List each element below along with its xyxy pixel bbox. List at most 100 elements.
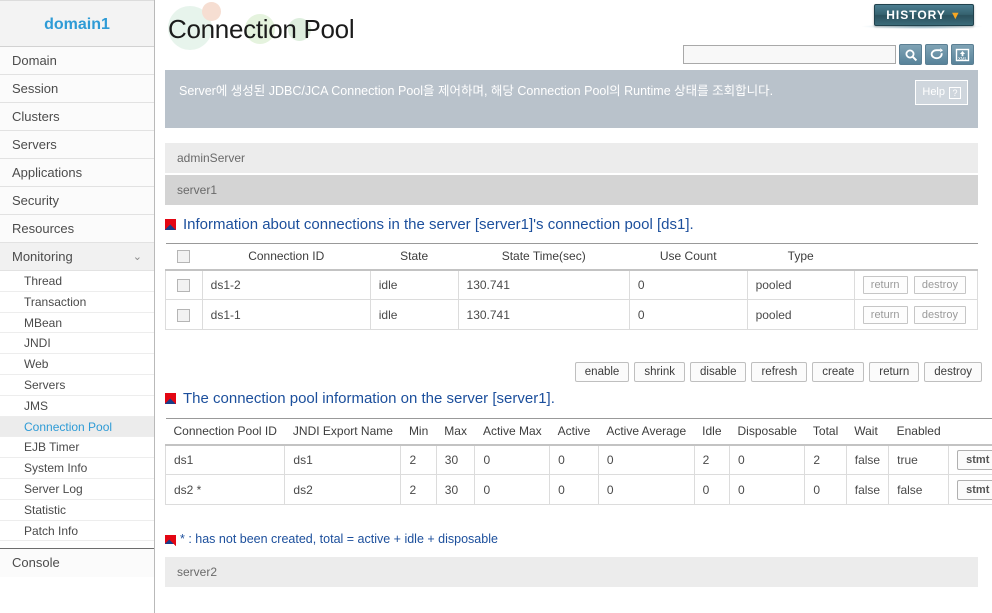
server-row-server1[interactable]: server1 xyxy=(165,175,978,205)
sidebar-item-transaction[interactable]: Transaction xyxy=(0,292,154,313)
sidebar-item-applications[interactable]: Applications xyxy=(0,159,154,187)
cell-jndi: ds2 xyxy=(284,474,402,505)
main-content: Connection Pool HISTORY ▼ XML Server에 생성… xyxy=(155,0,992,613)
destroy-button-action[interactable]: destroy xyxy=(924,362,982,382)
sidebar-divider xyxy=(0,541,154,550)
sidebar-item-label: MBean xyxy=(24,315,63,330)
return-button-action[interactable]: return xyxy=(869,362,920,382)
sidebar-item-label: Session xyxy=(12,81,59,96)
column-header-state-time: State Time(sec) xyxy=(458,243,630,271)
cell-active: 0 xyxy=(549,444,599,475)
destroy-button[interactable]: destroy xyxy=(913,275,966,294)
xml-export-button[interactable]: XML xyxy=(951,44,974,65)
cell-idle: 0 xyxy=(693,474,731,505)
create-button[interactable]: create xyxy=(812,362,865,382)
row-checkbox[interactable] xyxy=(177,278,191,292)
sidebar-item-thread[interactable]: Thread xyxy=(0,271,154,292)
sidebar-item-session[interactable]: Session xyxy=(0,75,154,103)
sidebar-item-web[interactable]: Web xyxy=(0,354,154,375)
pool-section-heading: The connection pool information on the s… xyxy=(165,390,555,407)
sidebar-item-patch-info[interactable]: Patch Info xyxy=(0,521,154,542)
sidebar-item-mbean[interactable]: MBean xyxy=(0,313,154,334)
sidebar-item-jms[interactable]: JMS xyxy=(0,396,154,417)
return-button[interactable]: return xyxy=(862,275,908,294)
cell-type: pooled xyxy=(746,299,855,330)
sidebar-item-statistic[interactable]: Statistic xyxy=(0,500,154,521)
sidebar-item-label: Transaction xyxy=(24,294,87,309)
server-row-server2[interactable]: server2 xyxy=(165,557,978,587)
column-header-enabled: Enabled xyxy=(888,418,949,446)
cell-state: idle xyxy=(369,269,459,300)
cell-actions: return destroy xyxy=(853,269,979,300)
pool-table: Connection Pool ID JNDI Export Name Min … xyxy=(164,418,992,505)
sidebar-item-security[interactable]: Security xyxy=(0,187,154,215)
cell-total: 2 xyxy=(804,444,847,475)
enable-button[interactable]: enable xyxy=(574,362,630,382)
search-bar: XML xyxy=(683,44,974,65)
return-button[interactable]: return xyxy=(862,305,908,324)
column-header-type: Type xyxy=(747,243,855,271)
cell-total: 0 xyxy=(804,474,847,505)
column-header-active: Active xyxy=(549,418,599,446)
sidebar-item-label: JMS xyxy=(24,398,48,413)
sidebar-item-label: Resources xyxy=(12,221,75,236)
sidebar-item-monitoring[interactable]: Monitoring ⌄ xyxy=(0,243,154,271)
search-input[interactable] xyxy=(683,45,896,64)
sidebar-item-label: Connection Pool xyxy=(24,419,113,434)
help-button-label: Help xyxy=(922,86,945,98)
cell-min: 2 xyxy=(400,474,437,505)
select-all-checkbox[interactable] xyxy=(177,250,191,264)
sidebar-item-clusters[interactable]: Clusters xyxy=(0,103,154,131)
refresh-button-action[interactable]: refresh xyxy=(751,362,808,382)
search-icon xyxy=(905,49,917,61)
stmt-button[interactable]: stmt xyxy=(957,479,992,500)
sidebar-item-servers-sub[interactable]: Servers xyxy=(0,375,154,396)
connections-table: Connection ID State State Time(sec) Use … xyxy=(165,243,979,330)
sidebar-item-label: Applications xyxy=(12,165,83,180)
table-header-row: Connection ID State State Time(sec) Use … xyxy=(165,243,978,271)
footnote-bullet-icon xyxy=(165,534,176,546)
column-header-pool-id: Connection Pool ID xyxy=(165,418,285,446)
server-row-adminserver[interactable]: adminServer xyxy=(165,143,978,173)
help-button[interactable]: Help ? xyxy=(915,80,968,105)
sidebar-item-jndi[interactable]: JNDI xyxy=(0,333,154,355)
sidebar-item-label: Patch Info xyxy=(24,523,79,538)
column-header-active-max: Active Max xyxy=(474,418,550,446)
server-name: server1 xyxy=(177,183,218,197)
sidebar-item-ejb-timer[interactable]: EJB Timer xyxy=(0,437,154,459)
cell-actions: return destroy xyxy=(853,299,979,330)
column-header-jndi: JNDI Export Name xyxy=(284,418,401,446)
destroy-button[interactable]: destroy xyxy=(913,305,966,324)
xml-export-icon: XML xyxy=(955,48,970,61)
column-header-active-average: Active Average xyxy=(598,418,695,446)
stmt-button[interactable]: stmt xyxy=(957,449,992,470)
svg-text:XML: XML xyxy=(958,55,968,60)
search-button[interactable] xyxy=(899,44,922,65)
refresh-button[interactable] xyxy=(925,44,948,65)
cell-type: pooled xyxy=(746,269,855,300)
cell-use-count: 0 xyxy=(628,269,748,300)
cell-pool-id: ds1 xyxy=(164,444,286,475)
column-header-stmt xyxy=(948,418,992,446)
disable-button[interactable]: disable xyxy=(690,362,747,382)
sidebar-item-console[interactable]: Console xyxy=(0,549,154,578)
shrink-button[interactable]: shrink xyxy=(634,362,686,382)
cell-max: 30 xyxy=(435,474,476,505)
sidebar-item-servers[interactable]: Servers xyxy=(0,131,154,159)
row-checkbox[interactable] xyxy=(177,308,191,322)
sidebar-item-domain[interactable]: Domain xyxy=(0,47,154,75)
column-header-actions xyxy=(854,243,978,271)
history-button[interactable]: HISTORY ▼ xyxy=(874,4,974,26)
sidebar-item-server-log[interactable]: Server Log xyxy=(0,479,154,500)
section-bullet-icon xyxy=(165,393,176,404)
footnote: * : has not been created, total = active… xyxy=(165,532,498,546)
cell-wait: false xyxy=(845,474,890,505)
sidebar-item-connection-pool[interactable]: Connection Pool xyxy=(0,416,154,438)
sidebar-item-system-info[interactable]: System Info xyxy=(0,458,154,479)
sidebar-item-resources[interactable]: Resources xyxy=(0,215,154,243)
cell-state-time: 130.741 xyxy=(457,299,630,330)
pool-action-buttons: enable shrink disable refresh create ret… xyxy=(574,362,982,382)
table-row: ds1 ds1 2 30 0 0 0 2 0 2 false true stmt xyxy=(164,444,992,475)
cell-jndi: ds1 xyxy=(284,444,402,475)
select-all-header xyxy=(165,243,203,271)
